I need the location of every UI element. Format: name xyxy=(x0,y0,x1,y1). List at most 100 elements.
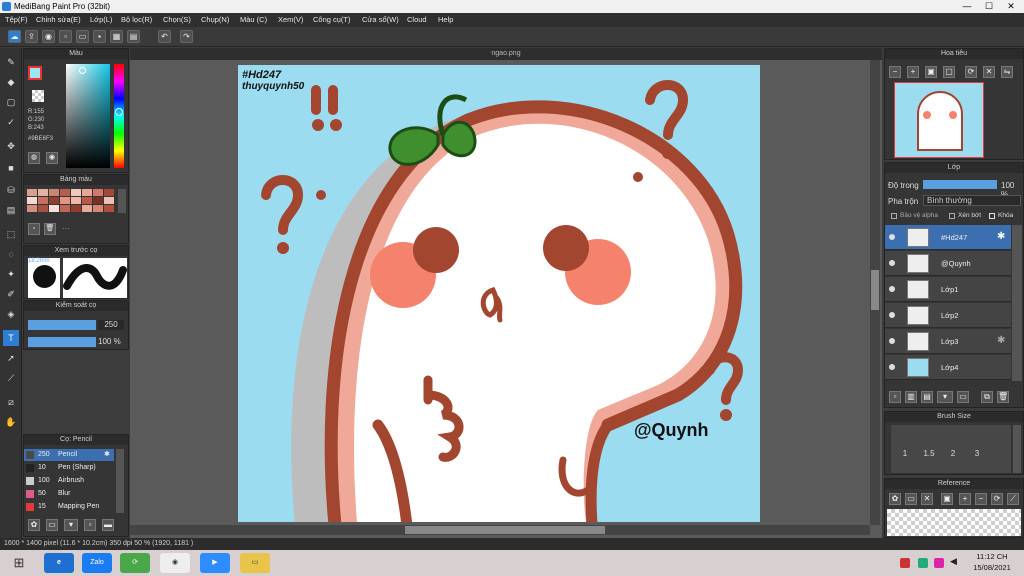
palette-swatch[interactable] xyxy=(104,205,114,212)
menu-capture[interactable]: Chụp(N) xyxy=(201,13,229,27)
brush-item-airbrush[interactable]: 100 Airbrush xyxy=(24,475,114,487)
palette-swatch[interactable] xyxy=(27,205,37,212)
blend-mode-select[interactable]: Bình thường xyxy=(923,195,1021,206)
duplicate-layer-icon[interactable]: ▤ xyxy=(921,391,933,403)
brush-size-option[interactable]: 1.5 xyxy=(917,449,941,471)
visibility-icon[interactable] xyxy=(889,364,895,370)
clock-time[interactable]: 11:12 CH xyxy=(972,552,1012,561)
palette-swatch[interactable] xyxy=(71,189,81,196)
color-wheel-icon[interactable]: ◍ xyxy=(28,152,40,164)
menu-edit[interactable]: Chỉnh sửa(E) xyxy=(36,13,81,27)
layer-row-hd247[interactable]: #Hd247 ✱ xyxy=(885,225,1011,250)
brush-size-value[interactable]: 250 xyxy=(98,320,124,330)
brush-settings-gear-icon[interactable]: ✱ xyxy=(104,449,110,461)
merge-layer-icon[interactable]: ⧉ xyxy=(981,391,993,403)
artwork-canvas[interactable]: #Hd247 thuyquynh50 @Quynh xyxy=(238,65,760,522)
palette-scrollbar[interactable] xyxy=(118,189,126,213)
tray-app-icon[interactable] xyxy=(900,558,910,568)
redo-icon[interactable]: ↷ xyxy=(180,30,193,43)
layer-settings-gear-icon[interactable]: ✱ xyxy=(997,231,1005,242)
palette-swatch[interactable] xyxy=(49,205,59,212)
panel-icon[interactable]: ▤ xyxy=(127,30,140,43)
new-halftone-layer-icon[interactable]: ▥ xyxy=(905,391,917,403)
palette-swatch[interactable] xyxy=(82,205,92,212)
brush-item-mapping-pen[interactable]: 15 Mapping Pen xyxy=(24,501,114,513)
reference-add-icon[interactable]: ✿ xyxy=(889,493,901,505)
hand-tool-icon[interactable]: ✋ xyxy=(3,414,19,430)
select-tool-icon[interactable]: ⬚ xyxy=(3,226,19,242)
palette-swatch[interactable] xyxy=(38,189,48,196)
palette-swatch[interactable] xyxy=(60,189,70,196)
tray-app-icon[interactable] xyxy=(918,558,928,568)
visibility-icon[interactable] xyxy=(889,234,895,240)
saturation-value-picker[interactable] xyxy=(66,64,110,168)
visibility-icon[interactable] xyxy=(889,312,895,318)
reset-rotate-icon[interactable]: ✕ xyxy=(983,66,995,78)
brush-size-scrollbar[interactable] xyxy=(1013,425,1021,473)
brush-size-slider[interactable] xyxy=(28,320,96,330)
zalo-icon[interactable]: Zalo xyxy=(82,553,112,573)
palette-swatch[interactable] xyxy=(49,197,59,204)
layer-row-quynh[interactable]: @Quynh xyxy=(885,251,1011,276)
palette-swatch[interactable] xyxy=(93,189,103,196)
brush-item-pencil[interactable]: 250 Pencil ✱ xyxy=(24,449,114,461)
volume-icon[interactable]: ◀ xyxy=(950,556,957,567)
divide-tool-icon[interactable]: ⧄ xyxy=(3,394,19,410)
minimize-button[interactable]: — xyxy=(956,0,978,13)
brush-folder-icon[interactable]: ▭ xyxy=(46,519,58,531)
document-tab[interactable]: ngao.png xyxy=(130,48,882,60)
menu-filter[interactable]: Bộ lọc(R) xyxy=(121,13,152,27)
hue-slider[interactable] xyxy=(114,64,124,168)
palette-swatch[interactable] xyxy=(60,205,70,212)
layer-opacity-slider[interactable] xyxy=(923,180,997,189)
layer-row-lop3[interactable]: Lớp3 ✱ xyxy=(885,329,1011,354)
pen-tool-icon[interactable]: ✓ xyxy=(3,114,19,130)
eraser-tool-icon[interactable]: ◆ xyxy=(3,74,19,90)
gradient-tool-icon[interactable]: ▤ xyxy=(3,202,19,218)
clock-date[interactable]: 15/08/2021 xyxy=(970,563,1014,572)
brush-item-blur[interactable]: 50 Blur xyxy=(24,488,114,500)
fit-screen-icon[interactable]: ▣ xyxy=(925,66,937,78)
maximize-button[interactable]: ☐ xyxy=(978,0,1000,13)
chat-icon[interactable]: ◉ xyxy=(42,30,55,43)
rotate-icon[interactable]: ⟳ xyxy=(965,66,977,78)
layer-list-scrollbar[interactable] xyxy=(1012,225,1022,381)
brush-item-pen-sharp[interactable]: 10 Pen (Sharp) xyxy=(24,462,114,474)
ie-icon[interactable]: e xyxy=(44,553,74,573)
clipping-checkbox[interactable] xyxy=(949,213,955,219)
open-file-icon[interactable]: ▭ xyxy=(76,30,89,43)
palette-swatch[interactable] xyxy=(49,189,59,196)
rect-select-tool-icon[interactable]: ▢ xyxy=(3,94,19,110)
operation-tool-icon[interactable]: ➚ xyxy=(3,350,19,366)
brush-doc-icon[interactable]: ▫ xyxy=(84,519,96,531)
actual-size-icon[interactable]: ▢ xyxy=(943,66,955,78)
menu-tools[interactable]: Công cụ(T) xyxy=(313,13,351,27)
app-green-icon[interactable]: ⟳ xyxy=(120,553,150,573)
zoom-in-icon[interactable]: + xyxy=(907,66,919,78)
menu-window[interactable]: Cửa sổ(W) xyxy=(362,13,399,27)
tray-app-icon[interactable] xyxy=(934,558,944,568)
delete-layer-icon[interactable]: 🗑 xyxy=(997,391,1009,403)
zoom-out-icon[interactable]: − xyxy=(889,66,901,78)
reference-zoom-out-icon[interactable]: − xyxy=(975,493,987,505)
brush-tool-icon[interactable]: ✎ xyxy=(3,54,19,70)
layer-menu-icon[interactable]: ▾ xyxy=(937,391,953,403)
save-icon[interactable]: ▪ xyxy=(93,30,106,43)
new-file-icon[interactable]: ▫ xyxy=(59,30,72,43)
reference-canvas[interactable] xyxy=(887,509,1021,536)
vertical-scrollbar[interactable] xyxy=(870,60,880,525)
file-explorer-icon[interactable]: ▭ xyxy=(240,553,270,573)
close-button[interactable]: ✕ xyxy=(1000,0,1022,13)
palette-swatch[interactable] xyxy=(27,197,37,204)
lasso-tool-icon[interactable]: ◌ xyxy=(3,246,19,262)
fill-rect-tool-icon[interactable]: ■ xyxy=(3,160,19,176)
grid-icon[interactable]: ▦ xyxy=(110,30,123,43)
menu-layer[interactable]: Lớp(L) xyxy=(90,13,112,27)
select-pen-tool-icon[interactable]: ✐ xyxy=(3,286,19,302)
menu-color[interactable]: Màu (C) xyxy=(240,13,267,27)
palette-swatch[interactable] xyxy=(93,205,103,212)
magic-wand-tool-icon[interactable]: ✦ xyxy=(3,266,19,282)
palette-swatch[interactable] xyxy=(82,197,92,204)
layer-settings-gear-icon[interactable]: ✱ xyxy=(997,335,1005,346)
move-tool-icon[interactable]: ✥ xyxy=(3,138,19,154)
